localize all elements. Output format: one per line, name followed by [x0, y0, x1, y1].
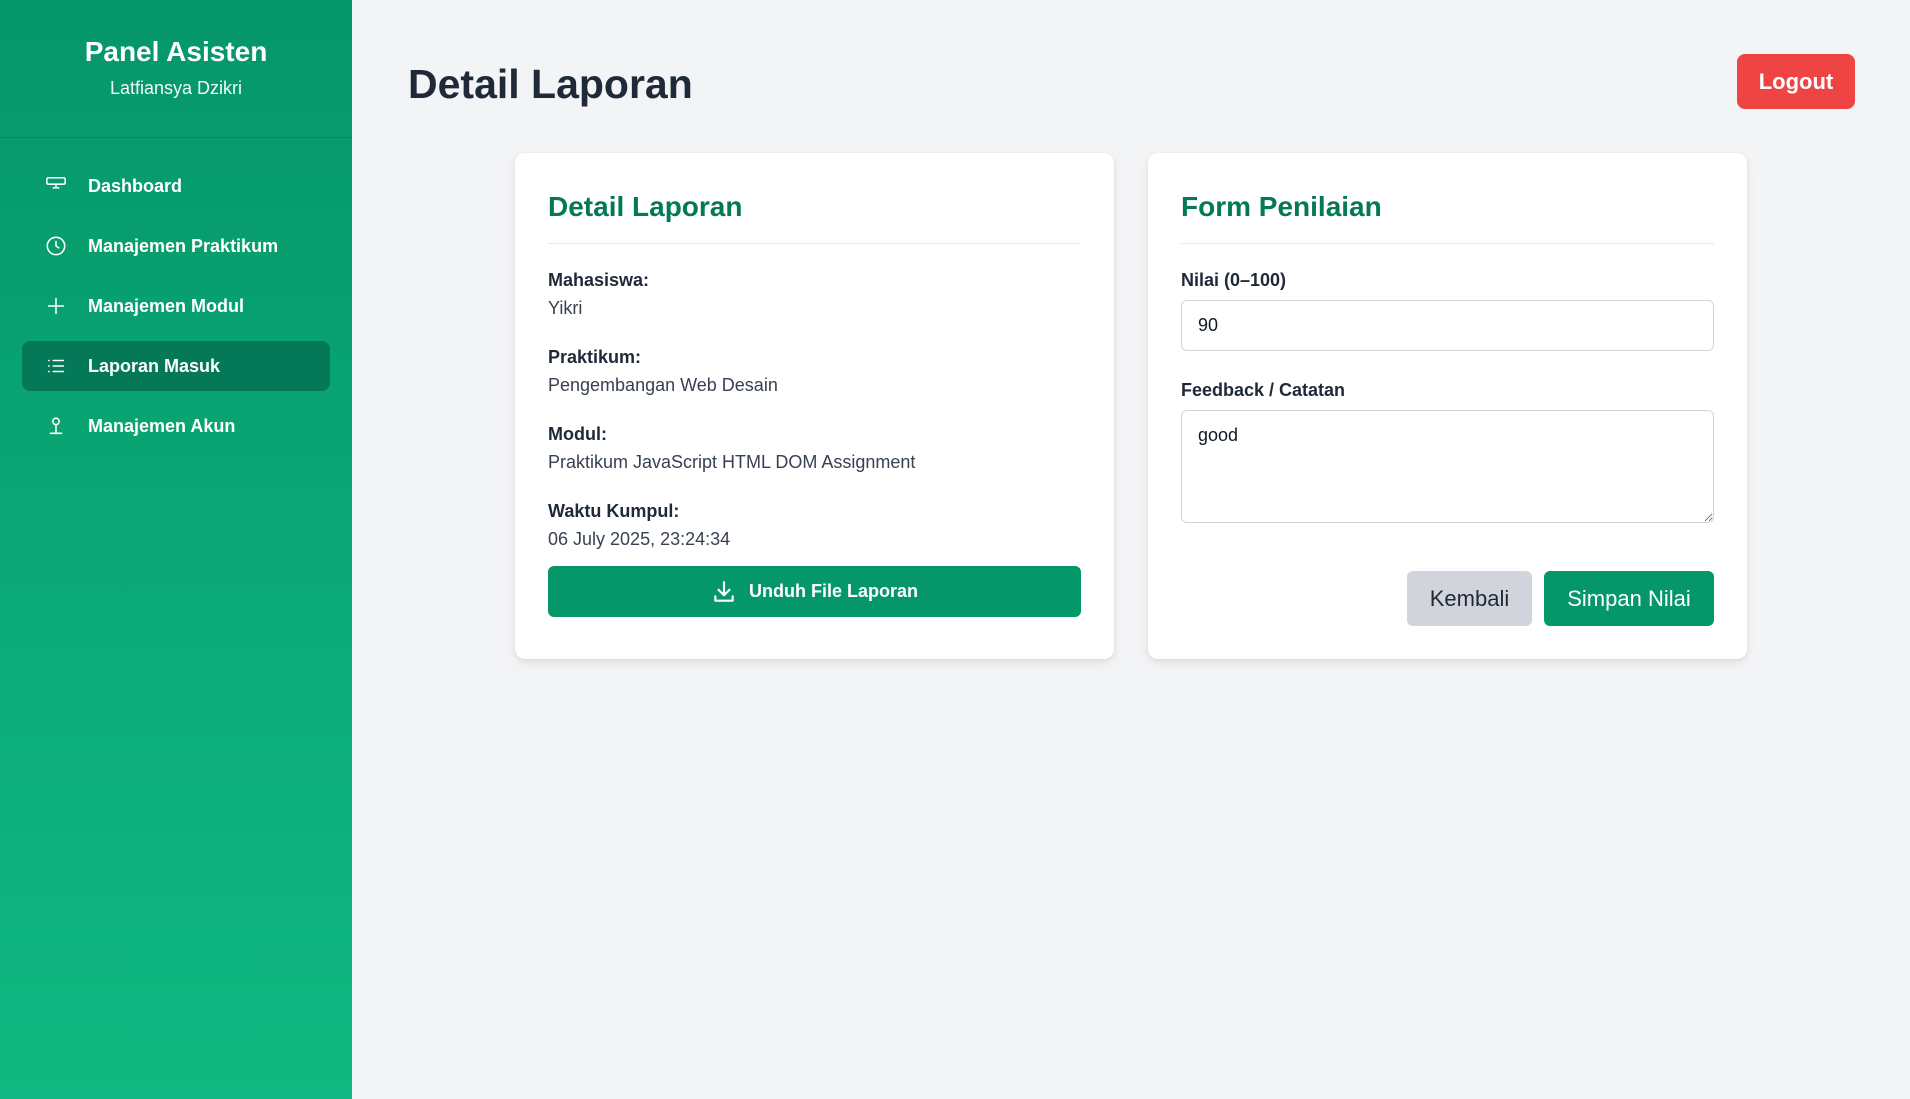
sidebar-header: Panel Asisten Latfiansya Dzikri	[0, 0, 352, 138]
grading-form-card: Form Penilaian Nilai (0–100) Feedback / …	[1148, 153, 1747, 659]
form-actions: Kembali Simpan Nilai	[1407, 571, 1714, 626]
feedback-group: Feedback / Catatan good	[1181, 378, 1714, 523]
detail-label: Praktikum:	[548, 347, 642, 367]
detail-value: Pengembangan Web Desain	[548, 375, 778, 395]
score-group: Nilai (0–100)	[1181, 268, 1714, 351]
list-icon	[44, 354, 68, 378]
plus-icon	[44, 294, 68, 318]
monitor-icon	[44, 174, 68, 198]
save-score-button[interactable]: Simpan Nilai	[1544, 571, 1714, 626]
clock-icon	[44, 234, 68, 258]
sidebar-item-manajemen-akun[interactable]: Manajemen Akun	[22, 401, 330, 451]
download-report-label: Unduh File Laporan	[749, 581, 918, 601]
page-title: Detail Laporan	[408, 61, 693, 107]
sidebar-item-laporan-masuk[interactable]: Laporan Masuk	[22, 341, 330, 391]
feedback-label: Feedback / Catatan	[1181, 380, 1346, 400]
sidebar-item-label: Manajemen Praktikum	[88, 235, 279, 256]
user-icon	[44, 414, 68, 438]
detail-praktikum: Praktikum: Pengembangan Web Desain	[548, 345, 1081, 397]
score-label: Nilai (0–100)	[1181, 270, 1287, 290]
back-button[interactable]: Kembali	[1407, 571, 1532, 626]
sidebar-item-manajemen-modul[interactable]: Manajemen Modul	[22, 281, 330, 331]
panel-title: Panel Asisten	[84, 36, 268, 67]
download-report-button[interactable]: Unduh File Laporan	[548, 566, 1081, 617]
feedback-textarea[interactable]: good	[1181, 410, 1714, 523]
detail-label: Mahasiswa:	[548, 270, 650, 290]
detail-card-title: Detail Laporan	[548, 189, 1081, 244]
detail-label: Modul:	[548, 424, 607, 444]
detail-card: Detail Laporan Mahasiswa: Yikri Praktiku…	[515, 153, 1114, 659]
sidebar-item-label: Manajemen Akun	[88, 415, 236, 436]
detail-label: Waktu Kumpul:	[548, 501, 680, 521]
sidebar-item-manajemen-praktikum[interactable]: Manajemen Praktikum	[22, 221, 330, 271]
detail-value: Praktikum JavaScript HTML DOM Assignment	[548, 452, 916, 472]
grading-form-title: Form Penilaian	[1181, 189, 1714, 244]
detail-value: 06 July 2025, 23:24:34	[548, 529, 731, 549]
score-input[interactable]	[1181, 300, 1714, 351]
sidebar-item-dashboard[interactable]: Dashboard	[22, 161, 330, 211]
sidebar-item-label: Dashboard	[88, 175, 183, 196]
sidebar: Panel Asisten Latfiansya Dzikri Dashboar…	[0, 0, 352, 1099]
sidebar-nav: Dashboard Manajemen Praktikum Manajemen …	[0, 138, 352, 451]
download-icon	[714, 580, 734, 602]
sidebar-item-label: Manajemen Modul	[88, 295, 245, 316]
sidebar-item-label: Laporan Masuk	[88, 355, 221, 376]
user-name: Latfiansya Dzikri	[109, 78, 243, 98]
detail-value: Yikri	[548, 298, 583, 318]
detail-mahasiswa: Mahasiswa: Yikri	[548, 268, 1081, 320]
logout-button[interactable]: Logout	[1737, 54, 1855, 109]
detail-modul: Modul: Praktikum JavaScript HTML DOM Ass…	[548, 422, 1081, 474]
detail-waktu-kumpul: Waktu Kumpul: 06 July 2025, 23:24:34	[548, 499, 1081, 551]
